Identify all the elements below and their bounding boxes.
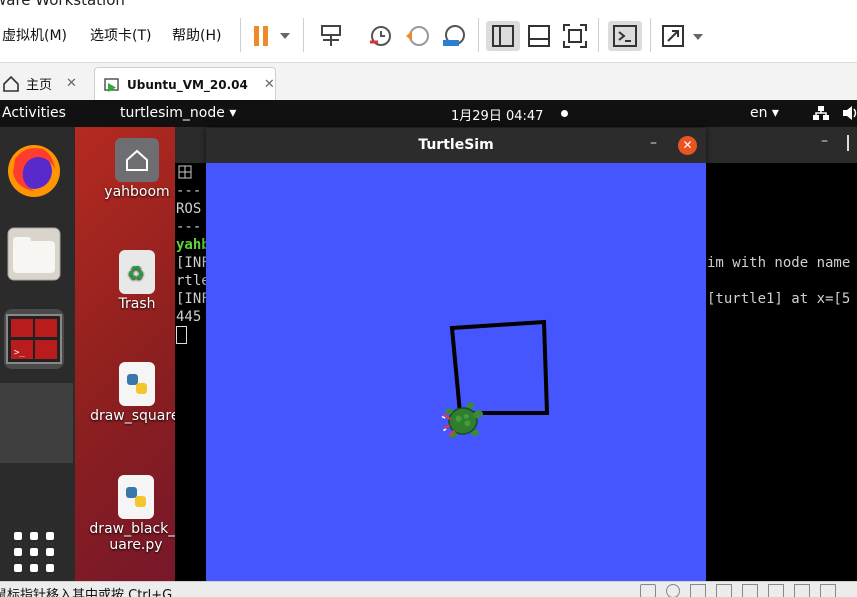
terminal-line: [INF [176, 291, 210, 307]
fullscreen-icon [563, 24, 587, 48]
sound-icon[interactable] [742, 584, 758, 597]
terminator-launcher[interactable]: >_ [4, 309, 64, 369]
window-title: TurtleSim [418, 137, 494, 153]
notification-dot-icon [561, 110, 568, 117]
display-icon[interactable] [794, 584, 810, 597]
snapshot-clock-icon [370, 26, 391, 46]
turtlesim-titlebar: TurtleSim – ✕ [206, 128, 706, 163]
window-title: ware Workstation [0, 0, 125, 9]
tab-ubuntu-vm[interactable]: Ubuntu_VM_20.04 ✕ [94, 67, 276, 101]
pause-icon [254, 26, 290, 46]
vmware-status-bar: 鼠标指针移入其中或按 Ctrl+G [0, 581, 857, 597]
show-apps-icon [14, 532, 54, 572]
terminal-grid-icon [178, 165, 192, 179]
turtlesim-window[interactable]: TurtleSim – ✕ [206, 128, 706, 581]
minimize-icon[interactable]: – [650, 135, 657, 151]
firefox-icon [8, 145, 60, 197]
maximize-icon[interactable] [847, 135, 857, 151]
tab-home[interactable]: 主页 ✕ [0, 67, 88, 100]
usb-icon[interactable] [716, 584, 732, 597]
show-applications-button[interactable] [4, 522, 64, 581]
dock-active-highlight [0, 383, 73, 463]
files-icon [7, 227, 61, 281]
status-hint: 鼠标指针移入其中或按 Ctrl+G [0, 588, 173, 597]
revert-snapshot-button[interactable] [403, 21, 431, 51]
network-icon[interactable] [812, 105, 830, 121]
svg-text:♻: ♻ [127, 261, 145, 285]
network-send-icon [321, 25, 341, 46]
turtle-path-drawing [441, 319, 550, 438]
tab-close-icon[interactable]: ✕ [66, 76, 77, 91]
turtle-icon [441, 402, 484, 438]
stretch-view-button[interactable] [660, 21, 706, 51]
language-menu[interactable]: en ▾ [750, 105, 779, 121]
console-prompt-icon [613, 25, 637, 47]
vmware-menubar: 虚拟机(M) 选项卡(T) 帮助(H) [0, 10, 857, 63]
message-icon[interactable] [820, 584, 836, 597]
gnome-top-bar: Activities turtlesim_node ▾ 1月29日 04:47 … [0, 100, 857, 127]
terminal-prompt: yahb [176, 237, 210, 253]
terminal-line: --- [176, 183, 202, 199]
close-icon[interactable]: ✕ [678, 136, 697, 155]
cd-icon[interactable] [666, 584, 680, 597]
vm-tab-bar: 主页 ✕ Ubuntu_VM_20.04 ✕ [0, 63, 857, 101]
vm-running-icon [104, 77, 119, 92]
terminal-line: --- [176, 219, 202, 235]
terminal-line: 445 [176, 309, 202, 325]
terminal-icon: >_ [6, 314, 62, 364]
snapshot-manager-button[interactable] [440, 21, 468, 51]
terminal-line: ROS [176, 201, 202, 217]
menu-help[interactable]: 帮助(H) [172, 25, 221, 45]
files-launcher[interactable] [4, 224, 64, 284]
home-folder-icon [115, 138, 159, 182]
console-view-button[interactable] [608, 21, 642, 51]
menu-tabs[interactable]: 选项卡(T) [90, 25, 151, 45]
pause-button[interactable] [250, 21, 294, 51]
harddisk-icon[interactable] [640, 584, 656, 597]
terminal-line: im with node name [707, 255, 851, 271]
app-menu[interactable]: turtlesim_node ▾ [120, 105, 236, 121]
volume-icon[interactable] [842, 105, 857, 121]
python-file-icon [119, 362, 155, 406]
snapshot-manager-icon [443, 25, 465, 46]
python-file-icon [118, 475, 154, 519]
ubuntu-dock: >_ [0, 127, 75, 581]
guest-screen[interactable]: Activities turtlesim_node ▾ 1月29日 04:47 … [0, 100, 857, 581]
minimize-icon[interactable]: – [821, 133, 828, 149]
revert-clock-icon [406, 26, 429, 46]
home-icon [3, 75, 19, 92]
printer-icon[interactable] [768, 584, 784, 597]
trash-icon: ♻ [119, 250, 155, 294]
terminal-line: rtle [176, 273, 210, 289]
firefox-launcher[interactable] [4, 140, 64, 200]
menu-vm[interactable]: 虚拟机(M) [2, 25, 67, 45]
activities-button[interactable]: Activities [2, 105, 66, 121]
tab-label: Ubuntu_VM_20.04 [127, 77, 248, 92]
thumbnail-bar-button[interactable] [524, 21, 554, 51]
clock[interactable]: 1月29日 04:47 [451, 105, 543, 124]
library-toggle-button[interactable] [486, 21, 520, 51]
bottom-panel-layout-icon [528, 25, 550, 47]
network-adapter-icon[interactable] [690, 584, 706, 597]
vmware-title-bar: ware Workstation [0, 0, 857, 10]
svg-text:>_: >_ [14, 348, 25, 358]
tab-label: 主页 [26, 78, 53, 93]
stretch-view-icon [662, 25, 703, 47]
snapshot-button[interactable] [366, 21, 394, 51]
sidebar-layout-icon [492, 25, 514, 47]
tab-close-icon[interactable]: ✕ [264, 77, 275, 92]
terminal-line: [turtle1] at x=[5 [707, 291, 851, 307]
turtlesim-canvas[interactable] [206, 163, 706, 581]
terminal-line: [INF [176, 255, 210, 271]
terminal-cursor [176, 326, 187, 344]
send-ctrl-alt-del-button[interactable] [316, 21, 346, 51]
fullscreen-button[interactable] [560, 21, 590, 51]
